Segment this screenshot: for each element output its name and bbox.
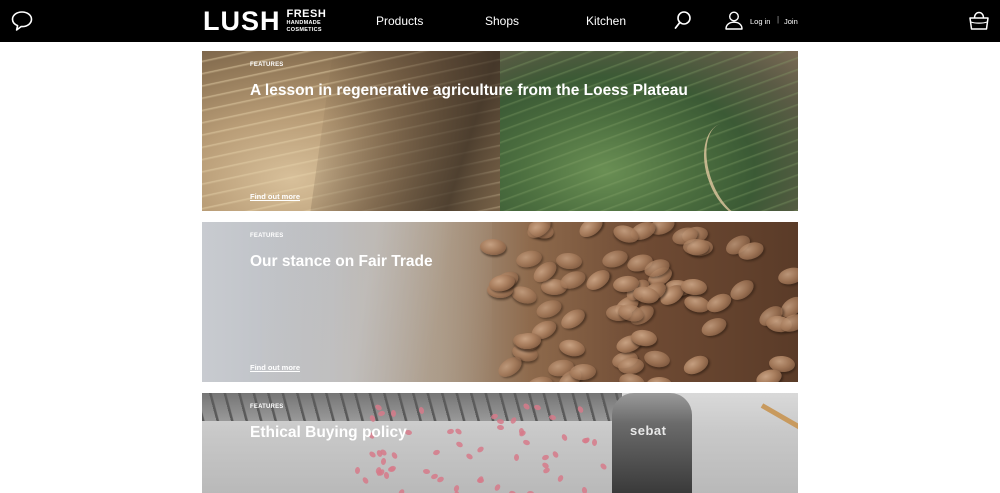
login-link[interactable]: Log in	[750, 17, 770, 26]
loess-plateau-image	[202, 51, 798, 211]
brand-tagline: FRESH HANDMADE COSMETICS	[287, 9, 327, 33]
chat-icon[interactable]	[10, 9, 34, 33]
user-icon[interactable]	[724, 10, 744, 30]
brand-handmade: HANDMADE	[286, 20, 321, 26]
feature-card-fair-trade[interactable]: FEATURES Our stance on Fair Trade Find o…	[202, 222, 798, 382]
feature-card-ethical-buying[interactable]: sebat FEATURES Ethical Buying policy	[202, 393, 798, 493]
brand-logo[interactable]: LUSH FRESH HANDMADE COSMETICS	[203, 6, 327, 36]
nav-products[interactable]: Products	[376, 14, 423, 28]
feature-overline: FEATURES	[250, 233, 284, 239]
feature-title[interactable]: Our stance on Fair Trade	[250, 253, 433, 271]
brand-fresh: FRESH	[286, 8, 327, 20]
rose-petal	[476, 477, 484, 483]
feature-overline: FEATURES	[250, 62, 284, 68]
worker-figure	[612, 393, 692, 493]
feature-overline: FEATURES	[250, 404, 284, 410]
find-out-more-link[interactable]: Find out more	[250, 363, 300, 372]
rose-petal	[513, 453, 519, 461]
apron-logo-text: sebat	[630, 423, 667, 438]
feature-title[interactable]: A lesson in regenerative agriculture fro…	[250, 82, 688, 100]
cocoa-beans-image	[202, 222, 798, 382]
nav-kitchen[interactable]: Kitchen	[586, 14, 626, 28]
nav-shops[interactable]: Shops	[485, 14, 519, 28]
join-link[interactable]: Join	[784, 17, 798, 26]
find-out-more-link[interactable]: Find out more	[250, 192, 300, 201]
feature-title[interactable]: Ethical Buying policy	[250, 424, 407, 442]
search-icon[interactable]	[674, 10, 692, 30]
brand-cosmetics: COSMETICS	[286, 26, 322, 33]
brand-name: LUSH	[203, 6, 281, 36]
rose-petals-image: sebat	[202, 393, 798, 493]
beans-motion-blur	[262, 222, 492, 382]
login-join-divider: |	[777, 15, 780, 24]
feature-card-loess[interactable]: FEATURES A lesson in regenerative agricu…	[202, 51, 798, 211]
basket-icon[interactable]	[968, 10, 990, 32]
rose-petal	[390, 409, 397, 418]
site-header: LUSH FRESH HANDMADE COSMETICS Products S…	[0, 0, 1000, 42]
